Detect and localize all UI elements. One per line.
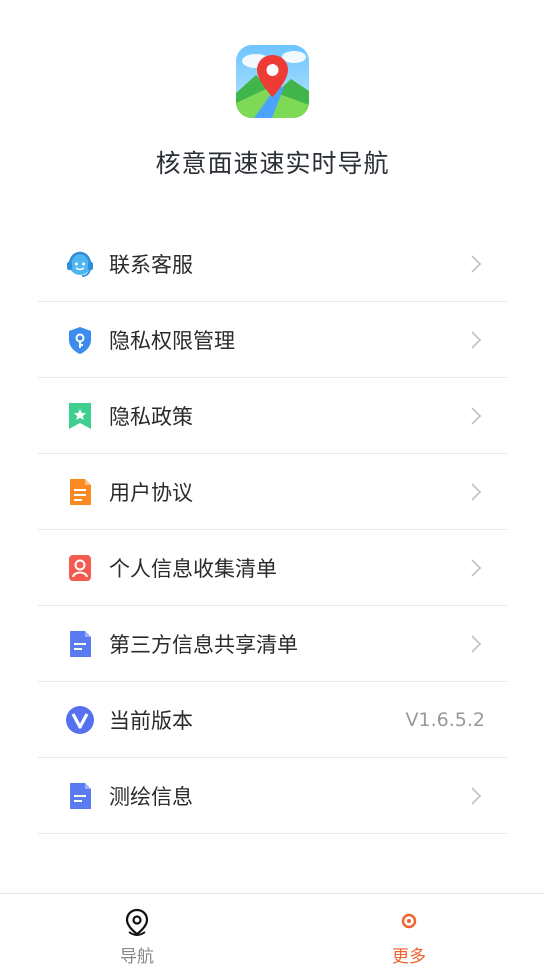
chevron-right-icon [469,785,483,807]
app-logo-icon [236,45,309,118]
chevron-right-icon [469,253,483,275]
list-document-icon [64,780,96,812]
menu-item-privacy-permissions[interactable]: 隐私权限管理 [38,302,507,378]
menu-item-label: 第三方信息共享清单 [109,632,298,657]
menu-item-surveying-info[interactable]: 测绘信息 [38,758,507,834]
tab-more[interactable]: 更多 [349,894,469,969]
tab-label: 更多 [392,947,426,967]
menu-item-customer-service[interactable]: 联系客服 [38,226,507,302]
version-value: V1.6.5.2 [405,708,485,731]
chevron-right-icon [469,481,483,503]
menu-item-current-version: 当前版本 V1.6.5.2 [38,682,507,758]
menu-item-label: 测绘信息 [109,784,193,809]
app-title: 核意面速速实时导航 [155,149,390,178]
chevron-right-icon [469,329,483,351]
menu-item-label: 隐私政策 [109,404,193,429]
chevron-right-icon [469,633,483,655]
menu-item-label: 个人信息收集清单 [109,556,277,581]
shield-key-icon [64,324,96,356]
version-v-icon [64,704,96,736]
menu-item-label: 联系客服 [109,252,193,277]
bottom-tab-bar: 导航 更多 [0,893,545,969]
bookmark-star-icon [64,400,96,432]
app-header: 核意面速速实时导航 [0,0,545,210]
menu-item-label: 当前版本 [109,708,193,733]
document-icon [64,476,96,508]
chevron-right-icon [469,557,483,579]
settings-menu: 联系客服 隐私权限管理 隐私政策 用户协议 个人信息收集清单 第三方信息共享清单… [38,226,507,834]
more-icon [395,908,423,938]
tab-navigation[interactable]: 导航 [77,894,197,969]
menu-item-third-party-sharing[interactable]: 第三方信息共享清单 [38,606,507,682]
chevron-right-icon [469,405,483,427]
menu-item-personal-info-list[interactable]: 个人信息收集清单 [38,530,507,606]
tab-label: 导航 [120,947,154,967]
person-card-icon [64,552,96,584]
menu-item-label: 隐私权限管理 [109,328,235,353]
customer-service-icon [64,248,96,280]
menu-item-user-agreement[interactable]: 用户协议 [38,454,507,530]
map-pin-icon [123,908,151,938]
menu-item-privacy-policy[interactable]: 隐私政策 [38,378,507,454]
menu-item-label: 用户协议 [109,480,193,505]
list-document-icon [64,628,96,660]
